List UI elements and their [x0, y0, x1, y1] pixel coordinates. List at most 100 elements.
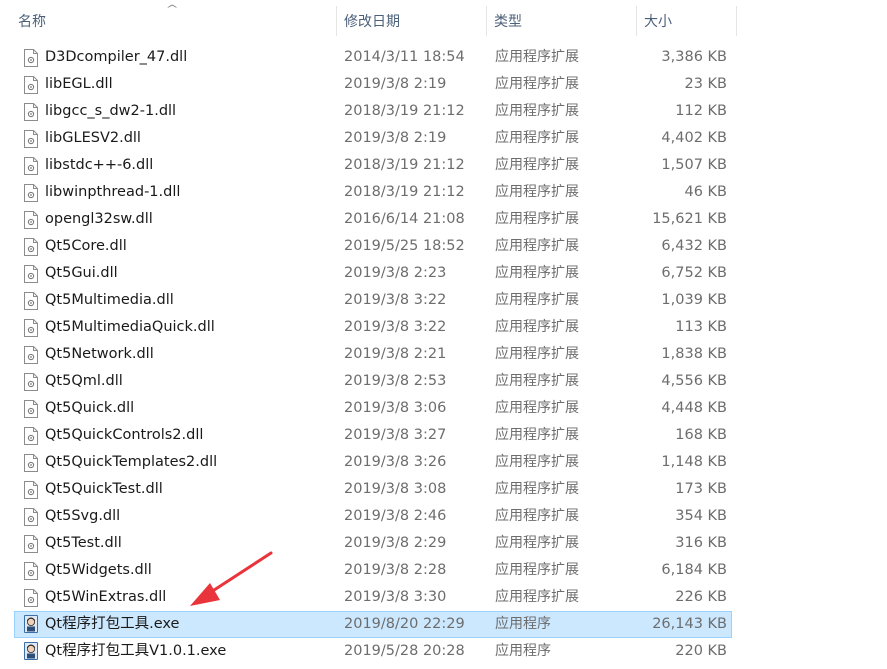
dll-file-icon — [24, 508, 38, 526]
file-type: 应用程序扩展 — [495, 76, 579, 92]
file-row[interactable]: libEGL.dll 2019/3/8 2:19 应用程序扩展 23 KB — [14, 71, 732, 98]
file-modified-date: 2019/3/8 3:27 — [344, 427, 447, 443]
dll-file-icon — [24, 400, 38, 418]
file-modified-date: 2019/3/8 3:30 — [344, 589, 447, 605]
file-name: opengl32sw.dll — [45, 211, 153, 227]
file-modified-date: 2019/5/25 18:52 — [344, 238, 465, 254]
column-header-name-label: 名称 — [18, 14, 46, 30]
dll-file-icon — [24, 157, 38, 175]
file-modified-date: 2019/3/8 2:28 — [344, 562, 447, 578]
file-name: Qt5MultimediaQuick.dll — [45, 319, 215, 335]
file-row[interactable]: libwinpthread-1.dll 2018/3/19 21:12 应用程序扩展… — [14, 179, 732, 206]
file-size: 354 KB — [675, 508, 727, 524]
file-type: 应用程序扩展 — [495, 427, 579, 443]
file-row[interactable]: libGLESV2.dll 2019/3/8 2:19 应用程序扩展 4,402 KB — [14, 125, 732, 152]
column-divider[interactable] — [486, 6, 487, 36]
file-row[interactable]: Qt5Network.dll 2019/3/8 2:21 应用程序扩展 1,838 K… — [14, 341, 732, 368]
file-size: 1,148 KB — [661, 454, 727, 470]
file-modified-date: 2016/6/14 21:08 — [344, 211, 465, 227]
dll-file-icon — [24, 76, 38, 94]
file-size: 1,507 KB — [661, 157, 727, 173]
file-name: Qt5Qml.dll — [45, 373, 123, 389]
file-row[interactable]: Qt5QuickControls2.dll 2019/3/8 3:27 应用程序扩展… — [14, 422, 732, 449]
file-row[interactable]: libstdc++-6.dll 2018/3/19 21:12 应用程序扩展 1,50… — [14, 152, 732, 179]
file-type: 应用程序扩展 — [495, 400, 579, 416]
column-divider[interactable] — [636, 6, 637, 36]
file-type: 应用程序扩展 — [495, 481, 579, 497]
file-row[interactable]: libgcc_s_dw2-1.dll 2018/3/19 21:12 应用程序扩展 1… — [14, 98, 732, 125]
file-row[interactable]: Qt5Qml.dll 2019/3/8 2:53 应用程序扩展 4,556 KB — [14, 368, 732, 395]
file-size: 15,621 KB — [652, 211, 727, 227]
file-name: Qt5Gui.dll — [45, 265, 118, 281]
file-modified-date: 2019/3/8 2:19 — [344, 130, 447, 146]
file-row[interactable]: Qt5QuickTemplates2.dll 2019/3/8 3:26 应用程序扩… — [14, 449, 732, 476]
file-size: 6,432 KB — [661, 238, 727, 254]
file-size: 112 KB — [675, 103, 727, 119]
dll-file-icon — [24, 292, 38, 310]
file-name: libgcc_s_dw2-1.dll — [45, 103, 177, 119]
file-name: Qt5Test.dll — [45, 535, 122, 551]
dll-file-icon — [24, 238, 38, 256]
file-row[interactable]: Qt程序打包工具.exe 2019/8/20 22:29 应用程序 26,143 KB — [14, 611, 732, 638]
column-header-bar: 名称 ^ 修改日期 类型 大小 — [0, 0, 887, 44]
file-size: 46 KB — [684, 184, 727, 200]
file-name: Qt5QuickTemplates2.dll — [45, 454, 218, 470]
file-name: Qt程序打包工具.exe — [45, 616, 180, 632]
dll-file-icon — [24, 103, 38, 121]
file-modified-date: 2014/3/11 18:54 — [344, 49, 465, 65]
file-modified-date: 2018/3/19 21:12 — [344, 103, 465, 119]
file-type: 应用程序扩展 — [495, 49, 579, 65]
file-row[interactable]: Qt5Test.dll 2019/3/8 2:29 应用程序扩展 316 KB — [14, 530, 732, 557]
file-name: Qt5QuickTest.dll — [45, 481, 163, 497]
file-type: 应用程序扩展 — [495, 319, 579, 335]
file-size: 4,556 KB — [661, 373, 727, 389]
file-row[interactable]: D3Dcompiler_47.dll 2014/3/11 18:54 应用程序扩展 3… — [14, 44, 732, 71]
dll-file-icon — [24, 535, 38, 553]
file-row[interactable]: Qt5Gui.dll 2019/3/8 2:23 应用程序扩展 6,752 KB — [14, 260, 732, 287]
file-row[interactable]: Qt5Multimedia.dll 2019/3/8 3:22 应用程序扩展 1,03… — [14, 287, 732, 314]
dll-file-icon — [24, 184, 38, 202]
file-row[interactable]: Qt5Core.dll 2019/5/25 18:52 应用程序扩展 6,432 KB — [14, 233, 732, 260]
file-type: 应用程序扩展 — [495, 346, 579, 362]
column-divider[interactable] — [336, 6, 337, 36]
file-size: 220 KB — [675, 643, 727, 659]
file-name: libwinpthread-1.dll — [45, 184, 181, 200]
file-row[interactable]: Qt5MultimediaQuick.dll 2019/3/8 3:22 应用程序扩… — [14, 314, 732, 341]
file-modified-date: 2018/3/19 21:12 — [344, 157, 465, 173]
file-type: 应用程序扩展 — [495, 535, 579, 551]
dll-file-icon — [24, 481, 38, 499]
dll-file-icon — [24, 211, 38, 229]
dll-file-icon — [24, 346, 38, 364]
file-name: Qt程序打包工具V1.0.1.exe — [45, 643, 227, 659]
column-header-size-label: 大小 — [644, 14, 672, 30]
app-avatar-icon — [24, 615, 38, 633]
file-type: 应用程序 — [495, 616, 551, 632]
file-row[interactable]: Qt5Widgets.dll 2019/3/8 2:28 应用程序扩展 6,184 K… — [14, 557, 732, 584]
column-header-size[interactable]: 大小 — [638, 0, 736, 40]
file-type: 应用程序扩展 — [495, 589, 579, 605]
file-name: libstdc++-6.dll — [45, 157, 154, 173]
file-type: 应用程序扩展 — [495, 454, 579, 470]
file-name: Qt5Widgets.dll — [45, 562, 152, 578]
column-divider[interactable] — [736, 6, 737, 36]
column-header-modified[interactable]: 修改日期 — [338, 0, 486, 40]
dll-file-icon — [24, 589, 38, 607]
file-row[interactable]: Qt5WinExtras.dll 2019/3/8 3:30 应用程序扩展 226 K… — [14, 584, 732, 611]
file-size: 6,184 KB — [661, 562, 727, 578]
file-size: 316 KB — [675, 535, 727, 551]
file-type: 应用程序扩展 — [495, 373, 579, 389]
dll-file-icon — [24, 427, 38, 445]
file-row[interactable]: Qt程序打包工具V1.0.1.exe 2019/5/28 20:28 应用程序 220… — [14, 638, 732, 665]
file-row[interactable]: Qt5Svg.dll 2019/3/8 2:46 应用程序扩展 354 KB — [14, 503, 732, 530]
column-header-type[interactable]: 类型 — [488, 0, 636, 40]
file-row[interactable]: Qt5Quick.dll 2019/3/8 3:06 应用程序扩展 4,448 KB — [14, 395, 732, 422]
file-modified-date: 2019/3/8 2:21 — [344, 346, 447, 362]
file-row[interactable]: Qt5QuickTest.dll 2019/3/8 3:08 应用程序扩展 173 K… — [14, 476, 732, 503]
file-modified-date: 2019/3/8 2:19 — [344, 76, 447, 92]
file-type: 应用程序扩展 — [495, 238, 579, 254]
app-avatar-icon — [24, 642, 38, 660]
dll-file-icon — [24, 49, 38, 67]
file-type: 应用程序扩展 — [495, 562, 579, 578]
file-type: 应用程序 — [495, 643, 551, 659]
file-row[interactable]: opengl32sw.dll 2016/6/14 21:08 应用程序扩展 15,62… — [14, 206, 732, 233]
